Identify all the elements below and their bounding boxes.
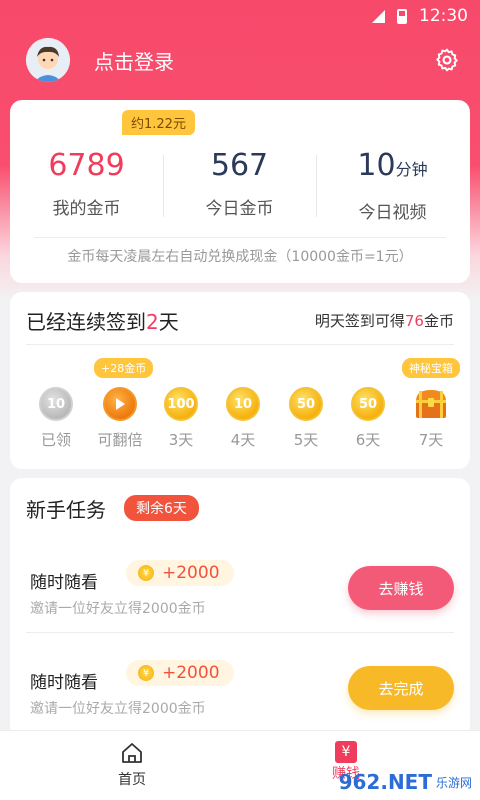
day-label: 3天 <box>168 431 194 449</box>
avatar[interactable] <box>26 38 70 82</box>
checkin-day-1: 10 已领 <box>31 387 81 450</box>
login-link[interactable]: 点击登录 <box>94 46 174 75</box>
yen-icon: ¥ <box>335 741 357 763</box>
task-desc: 邀请一位好友立得2000金币 <box>30 701 206 717</box>
watermark-main: 962.NET <box>338 770 432 794</box>
tab-home-label: 首页 <box>118 772 146 788</box>
today-video-stat[interactable]: 10分钟 今日视频 <box>316 146 469 223</box>
checkin-card: 已经连续签到2天 明天签到可得76金币 +28金币 神秘宝箱 10 已领 可翻倍… <box>10 292 470 469</box>
exchange-note: 金币每天凌晨左右自动兑换成现金（10000金币=1元） <box>67 249 413 265</box>
day-label: 已领 <box>40 431 71 449</box>
stats-card: 约1.22元 6789 我的金币 567 今日金币 10分钟 今日视频 金币每天… <box>10 100 470 283</box>
treasure-chest-icon <box>413 387 449 421</box>
today-coins-stat[interactable]: 567 今日金币 <box>163 146 316 219</box>
complete-button[interactable]: 去完成 <box>348 666 454 710</box>
chest-tag: 神秘宝箱 <box>402 358 460 378</box>
task-reward-amount: +2000 <box>162 663 220 683</box>
coin-icon: 10 <box>39 387 73 421</box>
coin-icon: 10 <box>226 387 260 421</box>
task-item: 随时随看 ¥ +2000 邀请一位好友立得2000金币 去赚钱 <box>26 554 454 644</box>
my-coins-label: 我的金币 <box>52 199 121 219</box>
checkin-days: 2 <box>146 310 159 334</box>
play-icon[interactable] <box>103 387 137 421</box>
tab-home[interactable]: 首页 <box>92 741 172 789</box>
checkin-title: 已经连续签到2天 <box>26 306 179 335</box>
today-video-unit: 分钟 <box>395 160 428 179</box>
checkin-tip-prefix: 明天签到可得 <box>314 312 405 330</box>
avatar-face-icon <box>26 38 70 82</box>
checkin-tip: 明天签到可得76金币 <box>315 310 454 331</box>
day-label: 可翻倍 <box>97 431 143 449</box>
status-bar: 12:30 <box>0 0 480 32</box>
task-reward: ¥ +2000 <box>126 660 234 686</box>
battery-icon <box>397 8 407 24</box>
task-desc: 邀请一位好友立得2000金币 <box>30 601 206 617</box>
checkin-title-suffix: 天 <box>158 310 179 334</box>
bottom-tab-bar: 首页 ¥ 赚钱 962.NET 乐游网 <box>0 730 480 800</box>
checkin-tip-suffix: 金币 <box>423 312 454 330</box>
coin-icon: ¥ <box>138 565 154 581</box>
coin-icon: 100 <box>164 387 198 421</box>
newbie-tasks-card: 新手任务 剩余6天 随时随看 ¥ +2000 邀请一位好友立得2000金币 去赚… <box>10 478 470 738</box>
app-header: 点击登录 <box>26 38 460 82</box>
checkin-day-7: 7天 <box>406 387 456 450</box>
my-coins-stat[interactable]: 6789 我的金币 <box>10 146 163 219</box>
earn-money-button[interactable]: 去赚钱 <box>348 566 454 610</box>
divider <box>26 632 454 633</box>
task-reward-amount: +2000 <box>162 563 220 583</box>
day-label: 5天 <box>293 431 319 449</box>
cash-estimate-badge: 约1.22元 <box>122 110 195 135</box>
today-video-value: 10分钟 <box>316 146 469 190</box>
day-label: 7天 <box>418 431 444 449</box>
task-reward: ¥ +2000 <box>126 560 234 586</box>
signal-icon <box>372 9 385 23</box>
checkin-day-5: 50 5天 <box>281 387 331 450</box>
today-video-number: 10 <box>357 148 396 183</box>
today-coins-value: 567 <box>210 148 269 183</box>
checkin-title-prefix: 已经连续签到 <box>26 310 146 334</box>
task-title: 随时随看 <box>30 573 98 593</box>
checkin-tip-amount: 76 <box>404 312 424 330</box>
gear-icon[interactable] <box>434 47 460 73</box>
task-title: 随时随看 <box>30 673 98 693</box>
watermark-sub: 乐游网 <box>435 775 472 790</box>
watermark: 962.NET 乐游网 <box>339 770 472 794</box>
checkin-day-3: 100 3天 <box>156 387 206 450</box>
today-coins-label: 今日金币 <box>205 199 274 219</box>
day-label: 6天 <box>355 431 381 449</box>
divider <box>26 344 454 345</box>
checkin-day-4: 10 4天 <box>218 387 268 450</box>
divider <box>34 237 446 238</box>
tasks-title: 新手任务 <box>26 498 106 522</box>
checkin-day-6: 50 6天 <box>343 387 393 450</box>
today-video-label: 今日视频 <box>358 203 427 223</box>
remaining-days-badge: 剩余6天 <box>124 495 199 521</box>
home-icon <box>122 743 142 763</box>
bonus-tag: +28金币 <box>94 358 154 378</box>
coin-icon: 50 <box>289 387 323 421</box>
status-time: 12:30 <box>419 6 468 26</box>
my-coins-value: 6789 <box>48 148 125 183</box>
coin-icon: 50 <box>351 387 385 421</box>
coin-icon: ¥ <box>138 665 154 681</box>
day-label: 4天 <box>230 431 256 449</box>
checkin-day-2[interactable]: 可翻倍 <box>94 387 146 450</box>
play-triangle-icon <box>116 398 125 410</box>
